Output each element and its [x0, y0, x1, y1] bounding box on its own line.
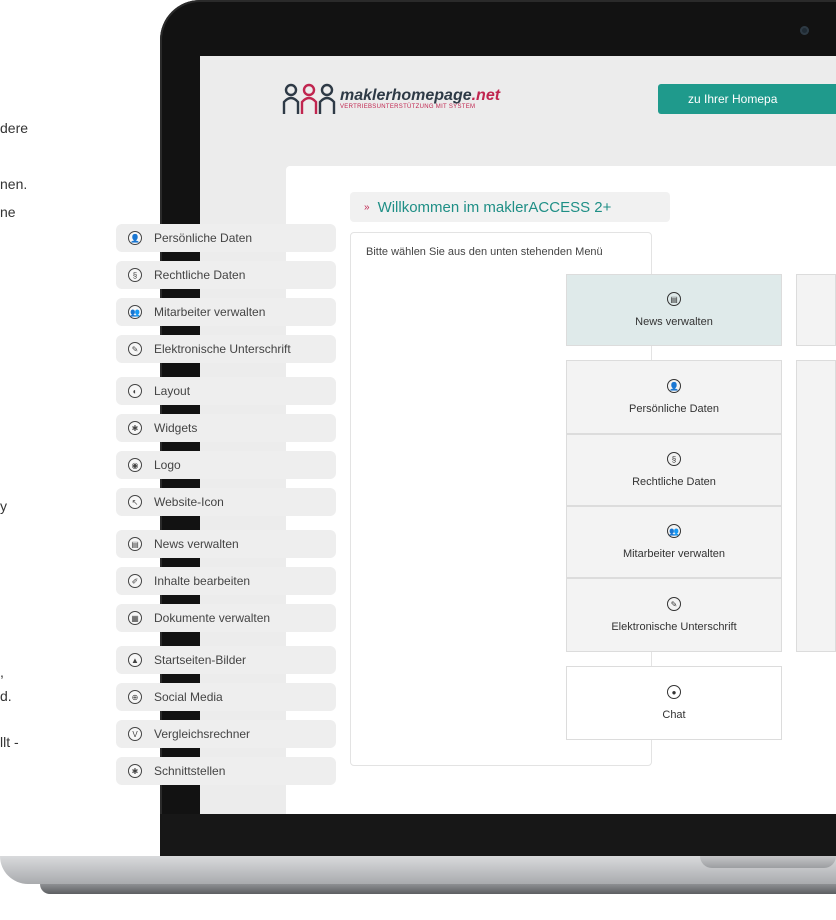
sidebar-item-label: Mitarbeiter verwalten [154, 305, 266, 319]
page-title: Willkommen im maklerACCESS 2+ [377, 198, 612, 216]
double-chevron-right-icon: » [364, 201, 370, 213]
menu-tile-label: Elektronische Unterschrift [611, 621, 737, 633]
sidebar-item-startseiten-bilder[interactable]: ▲ Startseiten-Bilder [116, 646, 336, 674]
welcome-heading: » Willkommen im maklerACCESS 2+ [350, 192, 670, 222]
sidebar-item-vergleichsrechner[interactable]: V Vergleichsrechner [116, 720, 336, 748]
homepage-button[interactable]: zu Ihrer Homepa [658, 84, 836, 114]
sidebar-item-label: News verwalten [154, 537, 239, 551]
globe-icon: ⊕ [128, 690, 142, 704]
sidebar-item-label: Layout [154, 384, 191, 398]
document-icon: ▦ [128, 611, 142, 625]
sidebar-item-logo[interactable]: ◉ Logo [116, 451, 336, 479]
sidebar-item-persönliche-daten[interactable]: 👤 Persönliche Daten [116, 224, 336, 252]
sidebar-item-dokumente-verwalten[interactable]: ▦ Dokumente verwalten [116, 604, 336, 632]
sidebar-item-website-icon[interactable]: ↖ Website-Icon [116, 488, 336, 516]
sidebar-item-label: Elektronische Unterschrift [154, 342, 291, 356]
sidebar-item-label: Website-Icon [154, 495, 224, 509]
logo-tagline: VERTRIEBSUNTERSTÜTZUNG MIT SYSTEM [340, 104, 476, 110]
camera-icon [800, 26, 809, 35]
menu-tile-label: Chat [662, 709, 686, 721]
laptop-base-front [40, 884, 836, 894]
logo-name: maklerhomepage [340, 87, 472, 104]
menu-tile-rechtliche-daten[interactable]: § Rechtliche Daten [566, 434, 782, 506]
background-text-fragment: y [0, 498, 7, 514]
sidebar-item-mitarbeiter-verwalten[interactable]: 👥 Mitarbeiter verwalten [116, 298, 336, 326]
menu-tile-mitarbeiter-verwalten[interactable]: 👥 Mitarbeiter verwalten [566, 506, 782, 578]
site-logo[interactable]: maklerhomepage.net VERTRIEBSUNTERSTÜTZUN… [282, 82, 500, 116]
chat-icon: ● [667, 685, 681, 699]
sidebar-item-label: Logo [154, 458, 181, 472]
sidebar-item-label: Social Media [154, 690, 223, 704]
sidebar-item-elektronische-unterschrift[interactable]: ✎ Elektronische Unterschrift [116, 335, 336, 363]
image-icon: ▲ [128, 653, 142, 667]
menu-tile-chat[interactable]: ● Chat [566, 666, 782, 740]
sidebar-item-label: Startseiten-Bilder [154, 653, 247, 667]
menu-tile-persönliche-daten[interactable]: 👤 Persönliche Daten [566, 360, 782, 434]
sidebar-item-social-media[interactable]: ⊕ Social Media [116, 683, 336, 711]
pen-icon: ✎ [128, 342, 142, 356]
sidebar-item-layout[interactable]: ◐ Layout [116, 377, 336, 405]
team-icon: 👥 [128, 305, 142, 319]
newspaper-icon: ▤ [128, 537, 142, 551]
sidebar-item-label: Vergleichsrechner [154, 727, 251, 741]
newspaper-icon: ▤ [667, 292, 681, 306]
people-logo-icon [282, 83, 336, 114]
menu-tile-partial[interactable] [796, 274, 836, 346]
sidebar-item-label: Persönliche Daten [154, 231, 253, 245]
background-text-fragment: llt - [0, 734, 19, 750]
sidebar-item-inhalte-bearbeiten[interactable]: ✐ Inhalte bearbeiten [116, 567, 336, 595]
team-icon: 👥 [667, 524, 681, 538]
sidebar-item-schnittstellen[interactable]: ✱ Schnittstellen [116, 757, 336, 785]
sidebar-item-rechtliche-daten[interactable]: § Rechtliche Daten [116, 261, 336, 289]
versus-icon: V [128, 727, 142, 741]
person-icon: 👤 [128, 231, 142, 245]
menu-tile-label: Persönliche Daten [629, 403, 719, 415]
logo-wordmark: maklerhomepage.net [340, 88, 500, 104]
laptop-notch [700, 856, 836, 868]
menu-tile-column-partial[interactable] [796, 360, 836, 652]
pen-icon: ✎ [667, 597, 681, 611]
paragraph-icon: § [128, 268, 142, 282]
menu-tile-label: News verwalten [635, 316, 713, 328]
person-icon: 👤 [667, 379, 681, 393]
background-text-fragment: dere [0, 120, 29, 136]
menu-tile-elektronische-unterschrift[interactable]: ✎ Elektronische Unterschrift [566, 578, 782, 652]
sidebar-item-label: Rechtliche Daten [154, 268, 246, 282]
sidebar-item-widgets[interactable]: ✱ Widgets [116, 414, 336, 442]
background-text-fragment: , [0, 664, 4, 680]
background-text-fragment: nen. [0, 176, 28, 192]
paragraph-icon: § [667, 452, 681, 466]
cursor-icon: ↖ [128, 495, 142, 509]
sidebar-item-label: Widgets [154, 421, 198, 435]
background-text-fragment: ne [0, 204, 16, 220]
plug-icon: ✱ [128, 764, 142, 778]
logo-tld: .net [471, 87, 501, 104]
eye-icon: ◉ [128, 458, 142, 472]
sidebar-item-label: Schnittstellen [154, 764, 226, 778]
puzzle-icon: ✱ [128, 421, 142, 435]
menu-tile-label: Mitarbeiter verwalten [622, 548, 726, 560]
edit-icon: ✐ [128, 574, 142, 588]
intro-text: Bitte wählen Sie aus den unten stehenden… [366, 246, 603, 258]
menu-tile-label: Rechtliche Daten [632, 476, 716, 488]
contrast-icon: ◐ [128, 384, 142, 398]
sidebar-item-label: Inhalte bearbeiten [154, 574, 251, 588]
sidebar-item-news-verwalten[interactable]: ▤ News verwalten [116, 530, 336, 558]
laptop-chin [160, 814, 836, 856]
menu-tile-news-verwalten[interactable]: ▤ News verwalten [566, 274, 782, 346]
background-text-fragment: d. [0, 688, 12, 704]
sidebar-item-label: Dokumente verwalten [154, 611, 271, 625]
